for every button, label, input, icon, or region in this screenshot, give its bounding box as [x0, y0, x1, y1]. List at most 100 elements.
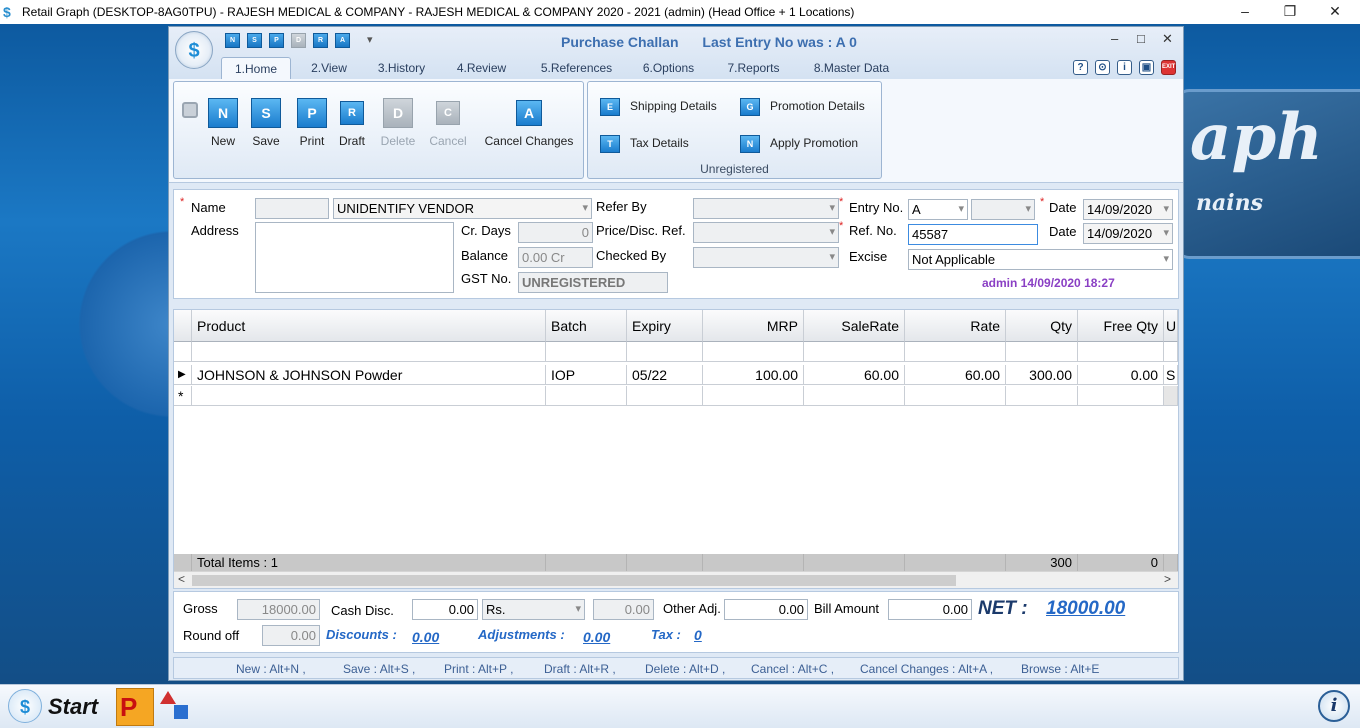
- new-row-cell[interactable]: [1164, 386, 1178, 406]
- bill-amount-input[interactable]: 0.00: [888, 599, 972, 620]
- column-header-product[interactable]: Product: [192, 310, 546, 342]
- new-row-cell[interactable]: [703, 386, 804, 406]
- discounts-link[interactable]: 0.00: [412, 629, 439, 645]
- cell-salerate[interactable]: 60.00: [804, 365, 905, 385]
- checked-by-select[interactable]: [693, 247, 839, 268]
- app-orb-button[interactable]: $: [175, 31, 213, 69]
- cell-expiry[interactable]: 05/22: [627, 365, 703, 385]
- window-minimize-button[interactable]: –: [1111, 31, 1118, 46]
- excise-select[interactable]: Not Applicable: [908, 249, 1173, 270]
- info-icon[interactable]: i: [1117, 60, 1132, 75]
- cr-days-input[interactable]: 0: [518, 222, 593, 243]
- cancel-changes-button[interactable]: A Cancel Changes: [480, 98, 578, 158]
- ref-no-input[interactable]: 45587: [908, 224, 1038, 245]
- refer-by-select[interactable]: [693, 198, 839, 219]
- save-button[interactable]: S Save: [248, 98, 284, 158]
- tax-details-button[interactable]: T Tax Details: [600, 133, 689, 157]
- scroll-left-icon[interactable]: <: [178, 572, 185, 586]
- other-adj-input[interactable]: 0.00: [724, 599, 808, 620]
- qa-delete-icon[interactable]: D: [291, 33, 306, 48]
- close-button[interactable]: ✕: [1312, 0, 1358, 24]
- cell-batch[interactable]: IOP: [546, 365, 627, 385]
- qa-cancel-changes-icon[interactable]: A: [335, 33, 350, 48]
- cancel-button[interactable]: C Cancel: [428, 98, 468, 158]
- new-row-cell[interactable]: [804, 386, 905, 406]
- cell-qty[interactable]: 300.00: [1006, 365, 1078, 385]
- entry-date-picker[interactable]: 14/09/2020: [1083, 199, 1173, 220]
- column-header-free-qty[interactable]: Free Qty: [1078, 310, 1164, 342]
- filter-cell[interactable]: [192, 342, 546, 362]
- column-header-rate[interactable]: Rate: [905, 310, 1006, 342]
- tab-view[interactable]: 2.View: [299, 57, 359, 79]
- qa-customize-icon[interactable]: ▾: [367, 33, 373, 46]
- shipping-details-button[interactable]: E Shipping Details: [600, 96, 717, 120]
- start-logo-icon[interactable]: $: [8, 689, 42, 723]
- scrollbar-thumb[interactable]: [192, 575, 956, 586]
- qa-new-icon[interactable]: N: [225, 33, 240, 48]
- cash-disc-type-select[interactable]: Rs.: [482, 599, 585, 620]
- tab-options[interactable]: 6.Options: [636, 57, 701, 79]
- adjustments-link[interactable]: 0.00: [583, 629, 610, 645]
- column-header-batch[interactable]: Batch: [546, 310, 627, 342]
- qa-save-icon[interactable]: S: [247, 33, 262, 48]
- settings-icon[interactable]: ⊙: [1095, 60, 1110, 75]
- cell-free-qty[interactable]: 0.00: [1078, 365, 1164, 385]
- address-textarea[interactable]: [255, 222, 454, 293]
- tab-references[interactable]: 5.References: [529, 57, 624, 79]
- tax-link[interactable]: 0: [694, 627, 702, 643]
- help-icon[interactable]: ?: [1073, 60, 1088, 75]
- cell-unit[interactable]: S: [1164, 365, 1178, 385]
- exit-icon[interactable]: EXIT: [1161, 60, 1176, 75]
- filter-cell[interactable]: [1078, 342, 1164, 362]
- draft-button[interactable]: R Draft: [334, 98, 370, 158]
- column-header-qty[interactable]: Qty: [1006, 310, 1078, 342]
- filter-cell[interactable]: [804, 342, 905, 362]
- tab-reports[interactable]: 7.Reports: [721, 57, 786, 79]
- ref-date-picker[interactable]: 14/09/2020: [1083, 223, 1173, 244]
- cell-product[interactable]: JOHNSON & JOHNSON Powder: [192, 365, 546, 385]
- new-row-cell[interactable]: [192, 386, 546, 406]
- calculator-icon[interactable]: ▣: [1139, 60, 1154, 75]
- cell-rate[interactable]: 60.00: [905, 365, 1006, 385]
- new-row-cell[interactable]: [1006, 386, 1078, 406]
- new-row-cell[interactable]: [546, 386, 627, 406]
- filter-cell[interactable]: [1164, 342, 1178, 362]
- column-header-salerate[interactable]: SaleRate: [804, 310, 905, 342]
- entry-no-prefix-select[interactable]: A: [908, 199, 968, 220]
- scroll-right-icon[interactable]: >: [1164, 572, 1171, 586]
- filter-cell[interactable]: [1006, 342, 1078, 362]
- window-maximize-button[interactable]: □: [1137, 31, 1145, 46]
- info-button-icon[interactable]: i: [1318, 690, 1350, 722]
- tab-home[interactable]: 1.Home: [221, 57, 291, 79]
- filter-cell[interactable]: [546, 342, 627, 362]
- filter-cell[interactable]: [905, 342, 1006, 362]
- column-header-mrp[interactable]: MRP: [703, 310, 804, 342]
- tab-review[interactable]: 4.Review: [449, 57, 514, 79]
- tab-history[interactable]: 3.History: [369, 57, 434, 79]
- tab-master-data[interactable]: 8.Master Data: [804, 57, 899, 79]
- apply-promotion-button[interactable]: N Apply Promotion: [740, 133, 858, 157]
- qa-draft-icon[interactable]: R: [313, 33, 328, 48]
- print-button[interactable]: P Print: [294, 98, 330, 158]
- price-disc-ref-select[interactable]: [693, 222, 839, 243]
- switch-app-icon[interactable]: [160, 691, 190, 721]
- column-header-unit[interactable]: U: [1164, 310, 1178, 342]
- delete-button[interactable]: D Delete: [378, 98, 418, 158]
- horizontal-scrollbar[interactable]: < >: [174, 571, 1178, 588]
- new-button[interactable]: N New: [206, 98, 240, 158]
- filter-cell[interactable]: [627, 342, 703, 362]
- maximize-button[interactable]: ❐: [1267, 0, 1313, 24]
- taskbar-app-button[interactable]: P: [116, 688, 154, 726]
- window-close-button[interactable]: ✕: [1162, 31, 1173, 47]
- start-button[interactable]: Start: [48, 694, 98, 720]
- cell-mrp[interactable]: 100.00: [703, 365, 804, 385]
- entry-no-select[interactable]: [971, 199, 1035, 220]
- new-row-cell[interactable]: [627, 386, 703, 406]
- qa-print-icon[interactable]: P: [269, 33, 284, 48]
- new-row-cell[interactable]: [1078, 386, 1164, 406]
- minimize-button[interactable]: –: [1222, 0, 1268, 24]
- column-header-expiry[interactable]: Expiry: [627, 310, 703, 342]
- cash-disc-input[interactable]: 0.00: [412, 599, 478, 620]
- new-row-cell[interactable]: [905, 386, 1006, 406]
- name-code-input[interactable]: [255, 198, 329, 219]
